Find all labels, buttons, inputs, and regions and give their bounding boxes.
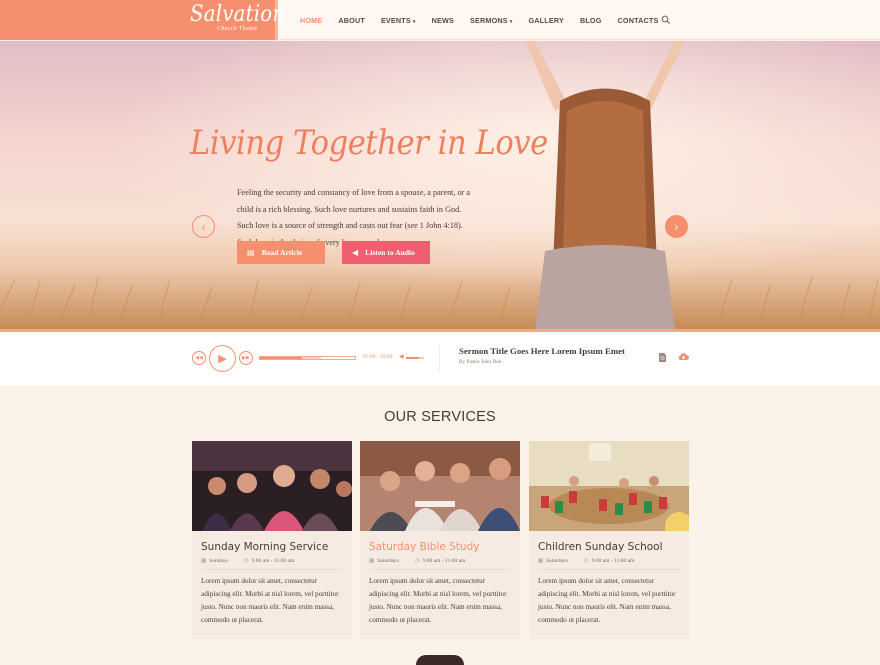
- card-divider: [369, 569, 511, 570]
- chevron-left-icon: ‹: [201, 219, 206, 234]
- nav-item-contacts[interactable]: CONTACTS: [618, 16, 659, 25]
- hero-title: Living Together in Love: [190, 123, 548, 163]
- progress-fill: [260, 357, 302, 359]
- service-schedule: ▦ Saturdays ◷ 9.00 am - 11.00 am: [538, 558, 635, 564]
- play-icon: ▶: [218, 352, 227, 365]
- nav-item-news[interactable]: NEWS: [432, 16, 454, 25]
- service-schedule: ▦ Saturdays ◷ 9.00 am - 11.00 am: [369, 558, 466, 564]
- nav-item-blog[interactable]: BLOG: [580, 16, 602, 25]
- volume-slider[interactable]: [406, 357, 424, 359]
- card-divider: [201, 569, 343, 570]
- hero-woman-image: [525, 41, 685, 331]
- nav-item-gallery[interactable]: GALLERY: [528, 16, 563, 25]
- next-track-button[interactable]: ▶▶: [239, 351, 253, 365]
- play-button[interactable]: ▶: [209, 345, 236, 372]
- cloud-download-icon[interactable]: [678, 352, 689, 361]
- document-icon: ▤: [247, 248, 255, 257]
- service-image: [360, 441, 520, 531]
- calendar-icon: ▦: [201, 558, 207, 564]
- audio-player: [0, 332, 880, 385]
- logo-subtitle: Church Theme: [217, 26, 258, 32]
- service-image: [192, 441, 352, 531]
- chevron-right-icon: ›: [674, 219, 679, 234]
- service-card[interactable]: Children Sunday School ▦ Saturdays ◷ 9.00 a…: [529, 441, 689, 639]
- progress-bar[interactable]: [259, 356, 356, 360]
- service-image: [529, 441, 689, 531]
- previous-track-button[interactable]: ◀◀: [192, 351, 206, 365]
- site-header: Salvation Church Theme HOME ABOUT EVENTS…: [0, 0, 880, 40]
- services-heading: OUR SERVICES: [384, 409, 496, 425]
- volume-icon[interactable]: ◀: [399, 353, 404, 360]
- nav-item-home[interactable]: HOME: [300, 16, 322, 25]
- listen-audio-button[interactable]: ◀ Listen to Audio: [342, 241, 430, 264]
- service-card[interactable]: Sunday Morning Service ▦ Sundays ◷ 9.00 am …: [192, 441, 352, 639]
- hero-slider: Living Together in Love Feeling the secu…: [0, 41, 880, 331]
- service-title[interactable]: Children Sunday School: [538, 541, 663, 553]
- slider-next-button[interactable]: ›: [665, 215, 688, 238]
- caret-down-icon: ▾: [412, 18, 416, 25]
- nav-item-events[interactable]: EVENTS ▾: [381, 16, 416, 25]
- service-card[interactable]: Saturday Bible Study ▦ Saturdays ◷ 9.00 am …: [360, 441, 520, 639]
- service-schedule: ▦ Sundays ◷ 9.00 am - 11.00 am: [201, 558, 295, 564]
- search-icon[interactable]: [661, 15, 671, 25]
- clock-icon: ◷: [583, 558, 589, 564]
- clock-icon: ◷: [243, 558, 249, 564]
- calendar-icon: ▦: [538, 558, 544, 564]
- caret-down-icon: ▾: [509, 18, 513, 25]
- player-divider: [439, 346, 440, 371]
- document-icon[interactable]: [659, 353, 666, 362]
- sermon-title[interactable]: Sermon Title Goes Here Lorem Ipsum Emet: [459, 346, 625, 356]
- time-readout: 07:00 / 16:00: [363, 354, 393, 360]
- main-nav: HOME ABOUT EVENTS ▾ NEWS SERMONS ▾ GALLERY…: [300, 0, 675, 40]
- read-article-button[interactable]: ▤ Read Article: [237, 241, 325, 264]
- slider-prev-button[interactable]: ‹: [192, 215, 215, 238]
- speaker-icon: ◀: [352, 248, 359, 257]
- calendar-icon: ▦: [369, 558, 375, 564]
- service-description: Lorem ipsum dolor sit amet, consectetur …: [538, 577, 676, 624]
- volume-fill: [406, 357, 419, 359]
- clock-icon: ◷: [414, 558, 420, 564]
- sermon-author: By Pastor John Doe: [459, 359, 502, 365]
- nav-item-about[interactable]: ABOUT: [338, 16, 365, 25]
- site-logo[interactable]: Salvation Church Theme: [0, 0, 285, 40]
- avatar: [416, 655, 464, 665]
- service-description: Lorem ipsum dolor sit amet, consectetur …: [369, 577, 507, 624]
- rewind-icon: ◀◀: [195, 355, 203, 361]
- nav-item-sermons[interactable]: SERMONS ▾: [470, 16, 512, 25]
- service-description: Lorem ipsum dolor sit amet, consectetur …: [201, 577, 339, 624]
- service-title[interactable]: Saturday Bible Study: [369, 541, 479, 553]
- service-title[interactable]: Sunday Morning Service: [201, 541, 328, 553]
- fast-forward-icon: ▶▶: [242, 355, 250, 361]
- card-divider: [538, 569, 680, 570]
- logo-name: Salvation: [190, 2, 286, 27]
